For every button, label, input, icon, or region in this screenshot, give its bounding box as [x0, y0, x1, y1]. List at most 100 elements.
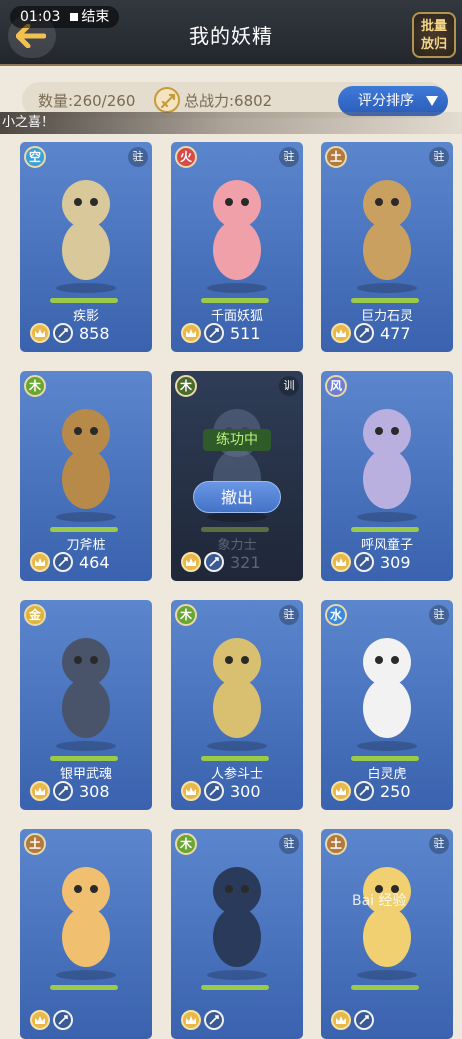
pet-portrait-icon [207, 638, 267, 751]
pet-card[interactable]: 空驻疾影 858 [20, 142, 152, 352]
element-badge: 木 [175, 375, 197, 397]
pet-card[interactable]: 木驻人参斗士 300 [171, 600, 303, 810]
batch-release-button[interactable]: 批量 放归 [412, 12, 456, 58]
pet-score: 300 [230, 781, 261, 801]
baidu-watermark: Bai 经验 [352, 893, 407, 909]
pet-portrait-icon [357, 867, 417, 980]
pet-portrait-icon [56, 409, 116, 522]
score-row: 321 [181, 551, 261, 573]
sword-icon [53, 781, 73, 801]
crown-icon [181, 781, 201, 801]
status-badge: 驻 [279, 147, 299, 167]
element-badge: 金 [24, 604, 46, 626]
withdraw-button[interactable]: 撤出 [193, 481, 281, 513]
score-row [30, 1009, 79, 1031]
sword-icon [354, 323, 374, 343]
pet-card[interactable]: 木刀斧桩 464 [20, 371, 152, 581]
sword-icon [53, 1010, 73, 1030]
score-row: 308 [30, 780, 110, 802]
element-badge: 火 [175, 146, 197, 168]
batch-label-1: 批量 [420, 19, 447, 34]
sword-icon [354, 552, 374, 572]
crown-icon [331, 1010, 351, 1030]
sword-icon [53, 323, 73, 343]
pet-score: 477 [380, 323, 411, 343]
score-row: 300 [181, 780, 261, 802]
sword-icon [204, 781, 224, 801]
pet-card[interactable]: 土 [20, 829, 152, 1039]
pet-score: 858 [79, 323, 110, 343]
score-row [181, 1009, 230, 1031]
sword-icon [204, 552, 224, 572]
pet-card[interactable]: 金银甲武魂 308 [20, 600, 152, 810]
pet-card[interactable]: 水驻白灵虎 250 [321, 600, 453, 810]
crown-icon [30, 323, 50, 343]
pet-portrait-icon [56, 638, 116, 751]
level-bar [201, 298, 269, 303]
status-badge: 驻 [279, 605, 299, 625]
pet-card[interactable]: 木训象力士 321 练功中 撤出 [171, 371, 303, 581]
score-row: 250 [331, 780, 411, 802]
training-tag: 练功中 [203, 429, 271, 451]
batch-label-2: 放归 [420, 37, 447, 52]
status-badge: 驻 [429, 147, 449, 167]
element-badge: 土 [24, 833, 46, 855]
level-bar [351, 527, 419, 532]
status-badge: 驻 [429, 834, 449, 854]
status-badge: 驻 [429, 605, 449, 625]
sword-icon [53, 552, 73, 572]
crown-icon [30, 1010, 50, 1030]
sword-icon [354, 1010, 374, 1030]
sword-icon [204, 323, 224, 343]
power-icon [154, 87, 180, 113]
level-bar [50, 985, 118, 990]
level-bar [201, 985, 269, 990]
score-row: 511 [181, 322, 261, 344]
level-bar [351, 756, 419, 761]
total-power: 总战力:6802 [184, 92, 273, 110]
announcement-marquee: 小之喜！ [0, 112, 462, 134]
element-badge: 土 [325, 146, 347, 168]
sort-label: 评分排序 [358, 93, 414, 109]
element-badge: 空 [24, 146, 46, 168]
sword-icon [354, 781, 374, 801]
pet-card[interactable]: 土驻 [321, 829, 453, 1039]
score-row: 477 [331, 322, 411, 344]
score-row [331, 1009, 380, 1031]
score-row: 464 [30, 551, 110, 573]
pet-portrait-icon [357, 638, 417, 751]
pet-card[interactable]: 土驻巨力石灵 477 [321, 142, 453, 352]
top-bar: 01:03 结束 我的妖精 批量 放归 [0, 0, 462, 66]
pet-portrait-icon [56, 867, 116, 980]
level-bar [201, 527, 269, 532]
pet-count: 数量:260/260 [38, 92, 136, 110]
level-bar [50, 527, 118, 532]
score-row: 858 [30, 322, 110, 344]
status-badge: 驻 [128, 147, 148, 167]
pet-portrait-icon [207, 867, 267, 980]
pet-score: 464 [79, 552, 110, 572]
dropdown-triangle-icon [426, 96, 438, 106]
level-bar [50, 756, 118, 761]
level-bar [50, 298, 118, 303]
pet-score: 250 [380, 781, 411, 801]
crown-icon [181, 1010, 201, 1030]
crown-icon [30, 552, 50, 572]
pet-portrait-icon [357, 409, 417, 522]
pet-portrait-icon [357, 180, 417, 293]
pet-score: 309 [380, 552, 411, 572]
status-badge: 驻 [279, 834, 299, 854]
pet-score: 511 [230, 323, 261, 343]
status-badge: 训 [279, 376, 299, 396]
element-badge: 木 [24, 375, 46, 397]
marquee-text: 小之喜！ [2, 115, 55, 130]
pet-card[interactable]: 风呼风童子 309 [321, 371, 453, 581]
crown-icon [331, 552, 351, 572]
element-badge: 水 [325, 604, 347, 626]
level-bar [351, 985, 419, 990]
pet-portrait-icon [207, 180, 267, 293]
pet-portrait-icon [56, 180, 116, 293]
crown-icon [181, 552, 201, 572]
pet-card[interactable]: 木驻 [171, 829, 303, 1039]
pet-card[interactable]: 火驻千面妖狐 511 [171, 142, 303, 352]
